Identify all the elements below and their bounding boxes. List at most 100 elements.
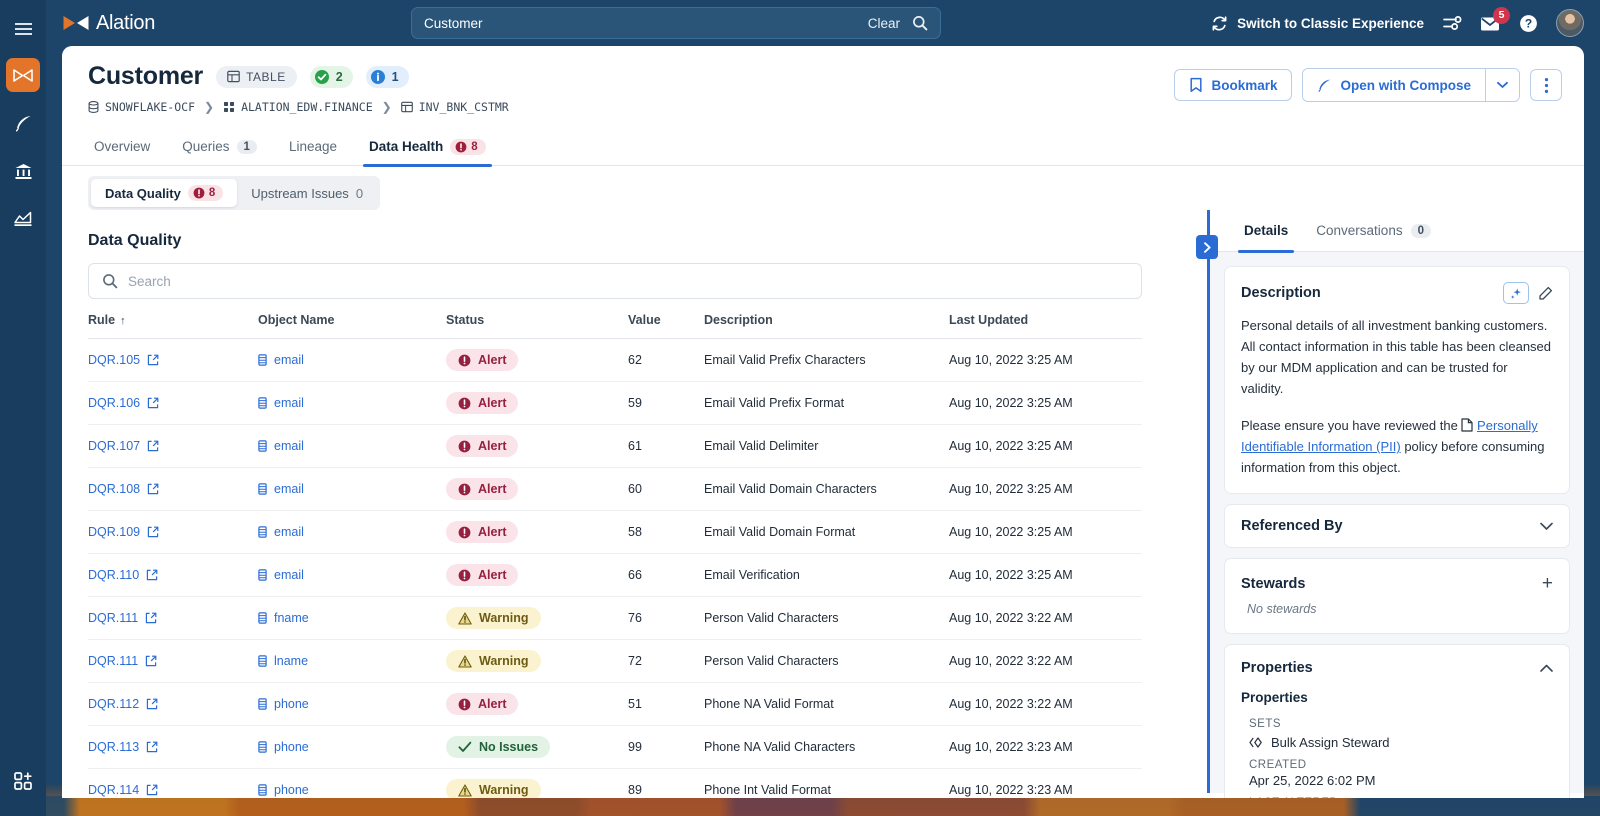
tab-conversations-label: Conversations <box>1316 223 1403 238</box>
chevron-down-icon[interactable] <box>1485 69 1519 101</box>
tab-conversations[interactable]: Conversations 0 <box>1302 210 1445 252</box>
column-header-object-name[interactable]: Object Name <box>258 313 446 339</box>
search-icon[interactable] <box>912 15 928 31</box>
object-link[interactable]: phone <box>258 740 446 754</box>
tab-queries[interactable]: Queries 1 <box>166 128 273 166</box>
global-search[interactable]: Clear <box>411 7 941 39</box>
tab-overview[interactable]: Overview <box>88 128 166 166</box>
rule-link[interactable]: DQR.111 <box>88 654 258 668</box>
table-row[interactable]: DQR.110 email Alert 66 Email Verification Aug… <box>88 553 1142 597</box>
envelope-icon[interactable]: 5 <box>1480 6 1510 32</box>
external-link-icon[interactable] <box>146 784 158 796</box>
search-input[interactable] <box>128 273 1128 289</box>
sets-value-row[interactable]: Bulk Assign Steward <box>1241 732 1553 750</box>
external-link-icon[interactable] <box>146 741 158 753</box>
created-label: CREATED <box>1249 759 1307 772</box>
table-row[interactable]: DQR.109 email Alert 58 Email Valid Domain Fo… <box>88 510 1142 554</box>
external-link-icon[interactable] <box>147 526 159 538</box>
rule-link[interactable]: DQR.112 <box>88 697 258 711</box>
object-link[interactable]: lname <box>258 654 446 668</box>
sidebar-item-analytics[interactable] <box>6 202 40 236</box>
object-link[interactable]: email <box>258 353 446 367</box>
rule-link[interactable]: DQR.106 <box>88 396 258 410</box>
rule-link[interactable]: DQR.110 <box>88 568 258 582</box>
tab-lineage[interactable]: Lineage <box>273 128 353 166</box>
object-link[interactable]: fname <box>258 611 446 625</box>
rule-link[interactable]: DQR.109 <box>88 525 258 539</box>
bookmark-button[interactable]: Bookmark <box>1174 69 1293 101</box>
table-row[interactable]: DQR.114 phone Warning 89 Phone Int Valid For… <box>88 768 1142 798</box>
external-link-icon[interactable] <box>146 698 158 710</box>
table-row[interactable]: DQR.105 email Alert 62 Email Valid Prefix Ch… <box>88 338 1142 382</box>
object-link[interactable]: email <box>258 482 446 496</box>
switch-to-classic-button[interactable]: Switch to Classic Experience <box>1211 15 1424 32</box>
sidebar-item-governance[interactable] <box>6 154 40 188</box>
table-row[interactable]: DQR.107 email Alert 61 Email Valid Delimiter… <box>88 424 1142 468</box>
rule-link[interactable]: DQR.107 <box>88 439 258 453</box>
external-link-icon[interactable] <box>146 569 158 581</box>
column-header-description[interactable]: Description <box>704 313 949 339</box>
table-row[interactable]: DQR.111 fname Warning 76 Person Valid Charac… <box>88 596 1142 640</box>
tab-lineage-label: Lineage <box>288 139 338 154</box>
chevron-down-icon[interactable] <box>1540 522 1553 531</box>
external-link-icon[interactable] <box>145 655 157 667</box>
sidebar-item-compose[interactable] <box>6 106 40 140</box>
object-link[interactable]: phone <box>258 783 446 797</box>
object-link[interactable]: email <box>258 439 446 453</box>
tab-data-health[interactable]: Data Health 8 <box>353 128 502 167</box>
table-row[interactable]: DQR.112 phone Alert 51 Phone NA Valid Format… <box>88 682 1142 726</box>
rule-link[interactable]: DQR.105 <box>88 353 258 367</box>
rule-link[interactable]: DQR.108 <box>88 482 258 496</box>
external-link-icon[interactable] <box>147 397 159 409</box>
sliders-icon[interactable] <box>1442 14 1462 32</box>
referenced-by-section[interactable]: Referenced By <box>1224 504 1570 549</box>
hamburger-icon[interactable] <box>8 14 38 44</box>
rule-link[interactable]: DQR.114 <box>88 783 258 797</box>
column-header-last-updated[interactable]: Last Updated <box>949 313 1142 339</box>
breadcrumb-item-source[interactable]: SNOWFLAKE-OCF <box>88 100 195 114</box>
subtab-data-quality[interactable]: Data Quality 8 <box>91 179 238 207</box>
cell-description: Email Verification <box>704 553 949 597</box>
table-row[interactable]: DQR.111 lname Warning 72 Person Valid Charac… <box>88 639 1142 683</box>
plus-icon[interactable]: + <box>1542 574 1553 593</box>
object-link[interactable]: email <box>258 568 446 582</box>
breadcrumb-item-table[interactable]: INV_BNK_CSTMR <box>400 100 509 114</box>
panel-collapse-toggle[interactable] <box>1196 235 1218 259</box>
open-with-compose-button[interactable]: Open with Compose <box>1303 69 1485 101</box>
brand[interactable]: Alation <box>62 12 155 35</box>
sub-tab-group: Data Quality 8 Upstream Issues 0 <box>88 176 381 210</box>
column-header-status[interactable]: Status <box>446 313 628 339</box>
object-link[interactable]: phone <box>258 697 446 711</box>
avatar[interactable] <box>1556 9 1584 37</box>
rule-link[interactable]: DQR.111 <box>88 611 258 625</box>
table-search[interactable] <box>88 263 1142 299</box>
table-row[interactable]: DQR.113 phone No Issues 99 Phone NA Valid Ch… <box>88 725 1142 769</box>
status-badge-info[interactable]: 1 <box>365 65 409 88</box>
column-header-value[interactable]: Value <box>628 313 704 339</box>
rule-link[interactable]: DQR.113 <box>88 740 258 754</box>
description-card-header: Description <box>1241 282 1553 304</box>
breadcrumb-item-schema[interactable]: ALATION_EDW.FINANCE <box>223 100 373 114</box>
question-circle-icon[interactable]: ? <box>1519 14 1538 33</box>
table-row[interactable]: DQR.106 email Alert 59 Email Valid Prefix Fo… <box>88 381 1142 425</box>
clear-search-button[interactable]: Clear <box>868 16 900 31</box>
tab-details[interactable]: Details <box>1230 210 1302 253</box>
external-link-icon[interactable] <box>145 612 157 624</box>
external-link-icon[interactable] <box>147 354 159 366</box>
chevron-up-icon[interactable] <box>1540 664 1553 673</box>
kebab-menu-icon[interactable] <box>1530 69 1562 101</box>
object-link[interactable]: email <box>258 525 446 539</box>
subtab-upstream-issues[interactable]: Upstream Issues 0 <box>237 179 377 207</box>
status-badge-endorsement[interactable]: 2 <box>309 65 353 88</box>
pencil-icon[interactable] <box>1538 286 1553 301</box>
table-row[interactable]: DQR.108 email Alert 60 Email Valid Domain Ch… <box>88 467 1142 511</box>
external-link-icon[interactable] <box>147 440 159 452</box>
external-link-icon[interactable] <box>147 483 159 495</box>
search-input[interactable] <box>424 15 868 31</box>
sidebar-item-apps[interactable] <box>6 764 40 798</box>
properties-header[interactable]: Properties <box>1241 660 1553 676</box>
column-header-rule[interactable]: Rule ↑ <box>88 313 258 339</box>
object-link[interactable]: email <box>258 396 446 410</box>
sparkle-icon[interactable] <box>1503 282 1529 304</box>
sidebar-item-catalog[interactable] <box>6 58 40 92</box>
